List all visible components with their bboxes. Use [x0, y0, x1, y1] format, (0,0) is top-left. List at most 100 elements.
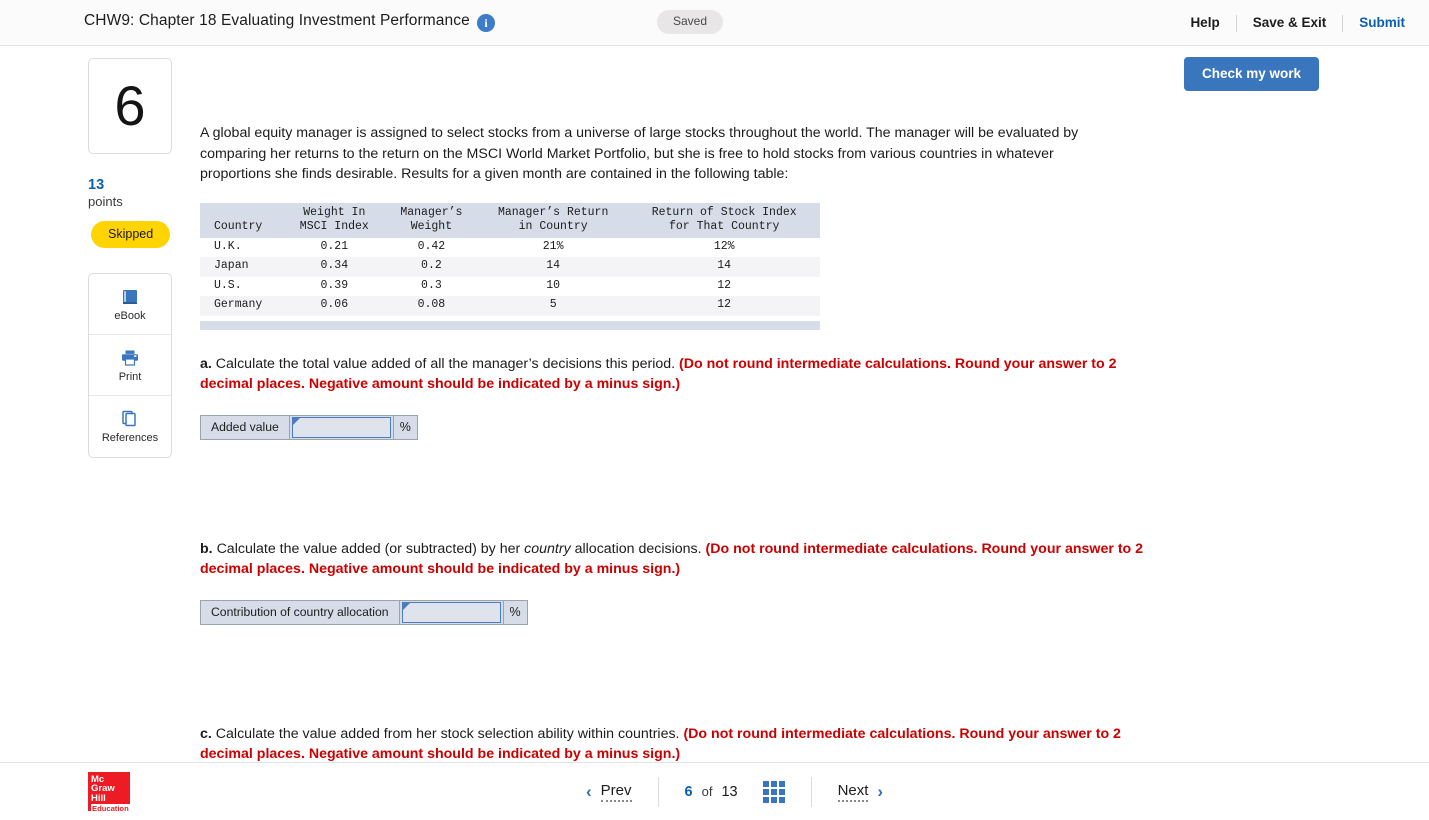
- prev-button[interactable]: ‹ Prev: [560, 777, 659, 807]
- cell-mgr-return: 14: [478, 257, 628, 277]
- part-b-prompt-pre: Calculate the value added (or subtracted…: [217, 541, 525, 557]
- cell-country: U.S.: [200, 277, 284, 297]
- part-c-prompt: Calculate the value added from her stock…: [216, 726, 680, 742]
- table-body: U.K. 0.21 0.42 21% 12% Japan 0.34 0.2 14…: [200, 238, 820, 316]
- question-content: A global equity manager is assigned to s…: [200, 123, 1160, 765]
- cell-country: U.K.: [200, 238, 284, 258]
- part-b-percent-suffix: %: [503, 601, 527, 624]
- cell-country: Japan: [200, 257, 284, 277]
- cell-msci-weight: 0.21: [284, 238, 385, 258]
- save-and-exit-button[interactable]: Save & Exit: [1237, 14, 1343, 32]
- part-b-prompt-italic: country: [524, 541, 571, 557]
- col-mgr-return: Manager’s Return in Country: [478, 203, 628, 238]
- cell-mgr-return: 10: [478, 277, 628, 297]
- status-badge: Skipped: [91, 221, 170, 248]
- cell-country: Germany: [200, 296, 284, 316]
- part-a-answer-row: Added value %: [200, 415, 418, 440]
- table-row: U.S. 0.39 0.3 10 12: [200, 277, 820, 297]
- table-horizontal-scrollbar[interactable]: [200, 321, 820, 330]
- part-a-input-holder: [290, 416, 393, 439]
- part-a-letter: a.: [200, 356, 212, 372]
- results-table: Country Weight In MSCI Index Manager’s W…: [200, 203, 820, 316]
- part-b-answer-row: Contribution of country allocation %: [200, 600, 528, 625]
- table-row: Japan 0.34 0.2 14 14: [200, 257, 820, 277]
- logo-line-4: Education: [91, 804, 130, 813]
- save-status-badge: Saved: [657, 10, 723, 34]
- part-a-prompt: Calculate the total value added of all t…: [216, 356, 675, 372]
- page-indicator: 6 of 13: [659, 777, 812, 807]
- references-button[interactable]: References: [89, 396, 171, 457]
- mcgraw-hill-logo: Mc Graw Hill Education: [88, 772, 130, 811]
- part-a-percent-suffix: %: [393, 416, 417, 439]
- top-app-bar: CHW9: Chapter 18 Evaluating Investment P…: [0, 0, 1429, 46]
- part-b-field-label: Contribution of country allocation: [201, 601, 400, 624]
- copy-pages-icon: [120, 408, 140, 428]
- cell-index-return: 14: [628, 257, 820, 277]
- points-label: points: [88, 194, 172, 210]
- page-current: 6: [685, 784, 693, 800]
- top-bar-actions: Help Save & Exit Submit: [1174, 13, 1405, 33]
- table-header: Country Weight In MSCI Index Manager’s W…: [200, 203, 820, 238]
- part-c-text: c. Calculate the value added from her st…: [200, 724, 1160, 765]
- country-allocation-input[interactable]: [402, 602, 501, 623]
- ebook-button[interactable]: eBook: [89, 274, 171, 335]
- part-b: b. Calculate the value added (or subtrac…: [200, 539, 1160, 625]
- book-icon: [121, 286, 139, 306]
- points-value: 13: [88, 177, 172, 193]
- cell-mgr-return: 5: [478, 296, 628, 316]
- ebook-label: eBook: [114, 310, 145, 323]
- print-label: Print: [119, 371, 142, 384]
- help-button[interactable]: Help: [1174, 14, 1235, 32]
- question-number-box: 6: [88, 58, 172, 154]
- chevron-right-icon: ›: [877, 783, 883, 800]
- assignment-title: CHW9: Chapter 18 Evaluating Investment P…: [84, 12, 470, 30]
- col-country: Country: [200, 203, 284, 238]
- table-header-row: Country Weight In MSCI Index Manager’s W…: [200, 203, 820, 238]
- cell-msci-weight: 0.39: [284, 277, 385, 297]
- data-table-wrapper: Country Weight In MSCI Index Manager’s W…: [200, 203, 820, 330]
- check-my-work-button[interactable]: Check my work: [1184, 57, 1319, 91]
- pagination-controls: ‹ Prev 6 of 13 Next ›: [560, 763, 909, 820]
- page-of-label: of: [702, 784, 713, 799]
- cell-mgr-weight: 0.2: [385, 257, 478, 277]
- next-button[interactable]: Next ›: [812, 777, 910, 807]
- next-label: Next: [838, 782, 869, 802]
- cell-index-return: 12%: [628, 238, 820, 258]
- question-body: A global equity manager is assigned to s…: [200, 123, 1095, 185]
- question-number: 6: [114, 78, 145, 134]
- cell-index-return: 12: [628, 277, 820, 297]
- part-c: c. Calculate the value added from her st…: [200, 724, 1160, 765]
- cell-mgr-weight: 0.42: [385, 238, 478, 258]
- part-b-prompt-post: allocation decisions.: [571, 541, 702, 557]
- table-row: Germany 0.06 0.08 5 12: [200, 296, 820, 316]
- references-label: References: [102, 432, 158, 445]
- part-a: a. Calculate the total value added of al…: [200, 354, 1160, 440]
- cell-index-return: 12: [628, 296, 820, 316]
- table-row: U.K. 0.21 0.42 21% 12%: [200, 238, 820, 258]
- tool-panel: eBook Print References: [88, 273, 172, 458]
- printer-icon: [120, 347, 140, 367]
- prev-label: Prev: [601, 782, 632, 802]
- cell-mgr-weight: 0.08: [385, 296, 478, 316]
- added-value-input[interactable]: [292, 417, 391, 438]
- submit-button[interactable]: Submit: [1343, 14, 1405, 32]
- part-b-letter: b.: [200, 541, 213, 557]
- col-mgr-weight: Manager’s Weight: [385, 203, 478, 238]
- part-a-text: a. Calculate the total value added of al…: [200, 354, 1160, 395]
- print-button[interactable]: Print: [89, 335, 171, 396]
- cell-mgr-weight: 0.3: [385, 277, 478, 297]
- bottom-nav-bar: Mc Graw Hill Education ‹ Prev 6 of 13 Ne…: [0, 762, 1429, 819]
- info-icon[interactable]: i: [477, 14, 495, 32]
- grid-icon[interactable]: [763, 781, 785, 803]
- col-msci-weight: Weight In MSCI Index: [284, 203, 385, 238]
- part-b-input-holder: [400, 601, 503, 624]
- logo-line-3: Hill: [91, 794, 130, 803]
- part-b-text: b. Calculate the value added (or subtrac…: [200, 539, 1160, 580]
- cell-mgr-return: 21%: [478, 238, 628, 258]
- part-a-field-label: Added value: [201, 416, 290, 439]
- cell-msci-weight: 0.06: [284, 296, 385, 316]
- question-sidebar: 6 13 points Skipped eBook Print Referenc…: [88, 58, 172, 458]
- chevron-left-icon: ‹: [586, 783, 592, 800]
- page-total: 13: [721, 784, 737, 800]
- col-index-return: Return of Stock Index for That Country: [628, 203, 820, 238]
